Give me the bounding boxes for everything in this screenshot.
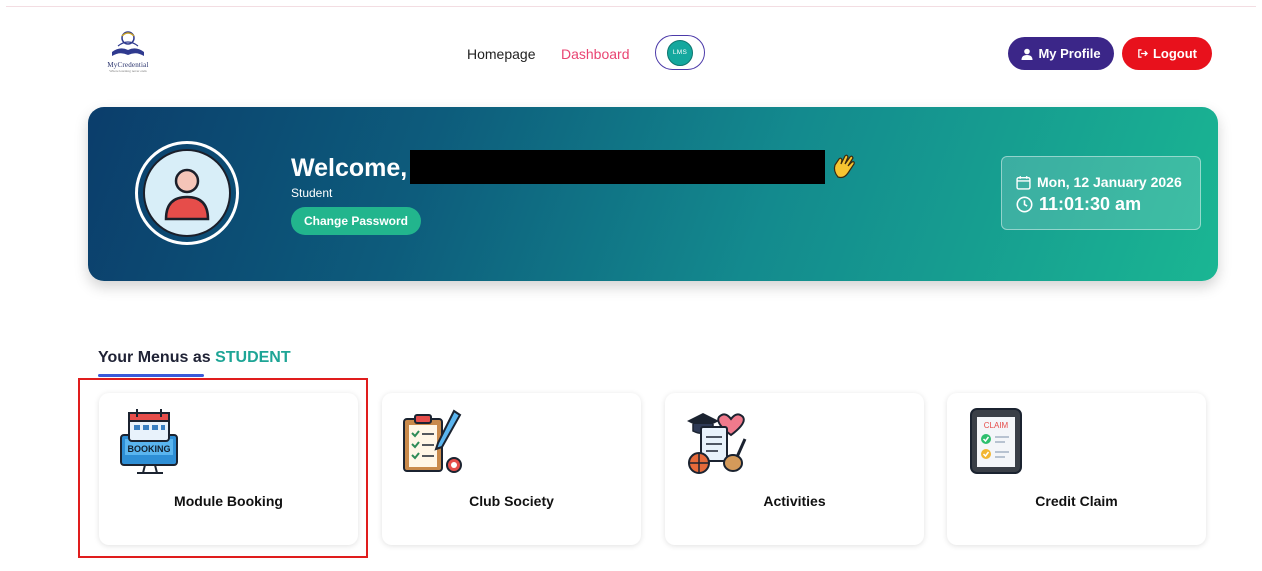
nav-dashboard-link[interactable]: Dashboard <box>561 46 630 62</box>
lms-badge: LMS <box>667 39 693 66</box>
nav-homepage-link[interactable]: Homepage <box>467 46 536 62</box>
logout-label: Logout <box>1152 46 1198 61</box>
svg-text:BOOKING: BOOKING <box>127 444 170 454</box>
my-profile-label: My Profile <box>1038 46 1101 61</box>
lms-button[interactable]: LMS <box>655 35 705 70</box>
menus-heading-underline <box>98 374 204 377</box>
change-password-button[interactable]: Change Password <box>291 207 421 235</box>
menu-card-club-society[interactable]: Club Society <box>382 393 641 545</box>
menus-heading: Your Menus as STUDENT <box>98 349 291 366</box>
user-role: Student <box>291 186 333 200</box>
logout-icon <box>1138 49 1148 58</box>
menu-card-label: Activities <box>763 493 826 509</box>
current-time: 11:01:30 am <box>1039 194 1142 214</box>
clock-icon <box>1016 196 1033 213</box>
menu-card-credit-claim[interactable]: CLAIM Credit Claim <box>947 393 1206 545</box>
book-emblem-icon <box>112 31 144 56</box>
user-icon <box>1021 48 1033 60</box>
logout-button[interactable]: Logout <box>1122 37 1212 70</box>
redacted-username <box>410 150 825 184</box>
welcome-heading: Welcome, <box>291 154 408 182</box>
booking-calendar-icon: BOOKING <box>120 409 178 474</box>
welcome-banner: Welcome, Student Change Password Mon, 12… <box>88 107 1218 281</box>
menu-card-label: Credit Claim <box>1035 493 1118 509</box>
menus-role: STUDENT <box>215 349 291 366</box>
brand-tagline: Where learning never ends <box>109 69 147 73</box>
svg-text:CLAIM: CLAIM <box>984 421 1009 430</box>
menu-card-module-booking[interactable]: BOOKING Module Booking <box>99 393 358 545</box>
menu-card-activities[interactable]: Activities <box>665 393 924 545</box>
my-profile-button[interactable]: My Profile <box>1008 37 1114 70</box>
avatar <box>135 141 239 245</box>
clipboard-checklist-icon <box>403 409 462 473</box>
menu-card-label: Module Booking <box>174 493 283 509</box>
user-avatar-icon <box>164 168 210 221</box>
calendar-icon <box>1016 175 1031 190</box>
brand-logo[interactable]: MyCredential Where learning never ends <box>92 28 164 74</box>
date-time-panel: Mon, 12 January 2026 11:01:30 am <box>1001 156 1201 230</box>
menu-card-label: Club Society <box>469 493 554 509</box>
current-date: Mon, 12 January 2026 <box>1037 174 1182 190</box>
activities-icon <box>687 413 747 474</box>
waving-hand-icon <box>833 154 855 179</box>
claim-tablet-icon: CLAIM <box>970 408 1022 474</box>
top-divider <box>6 6 1256 7</box>
brand-name: MyCredential <box>107 61 149 69</box>
